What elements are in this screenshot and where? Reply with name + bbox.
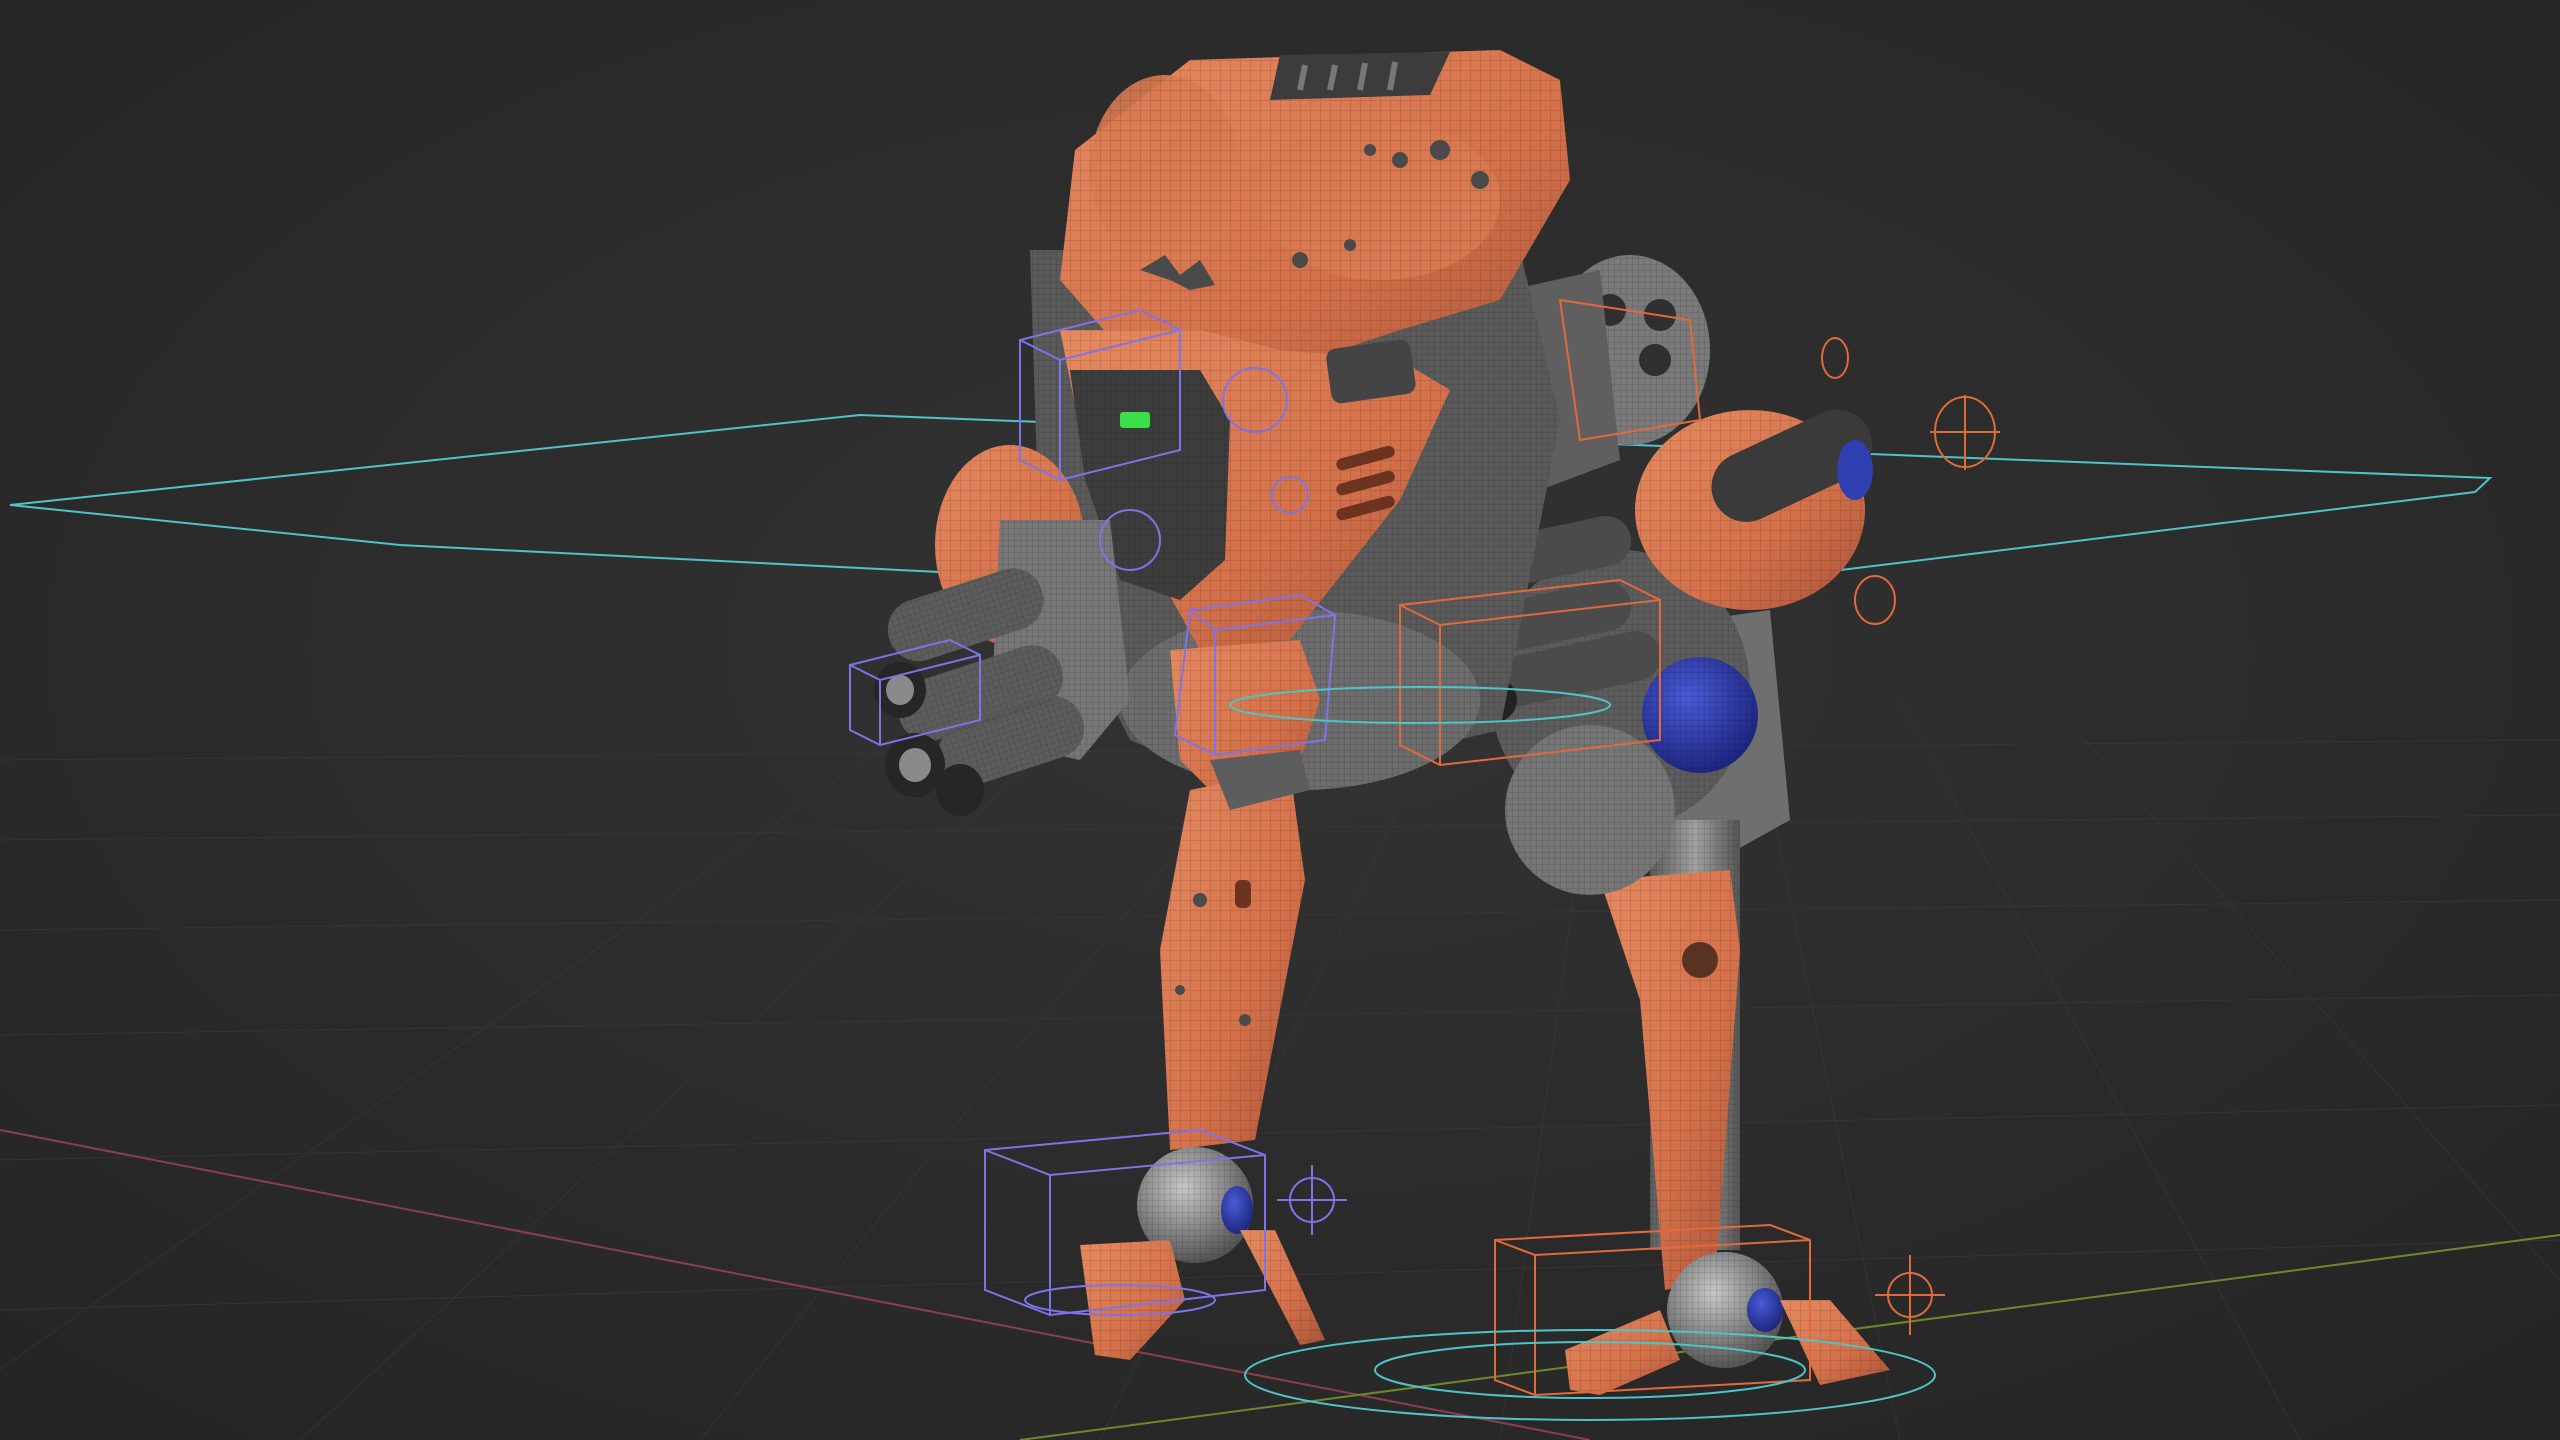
3d-viewport[interactable] (0, 0, 2560, 1440)
status-light (1120, 412, 1150, 428)
